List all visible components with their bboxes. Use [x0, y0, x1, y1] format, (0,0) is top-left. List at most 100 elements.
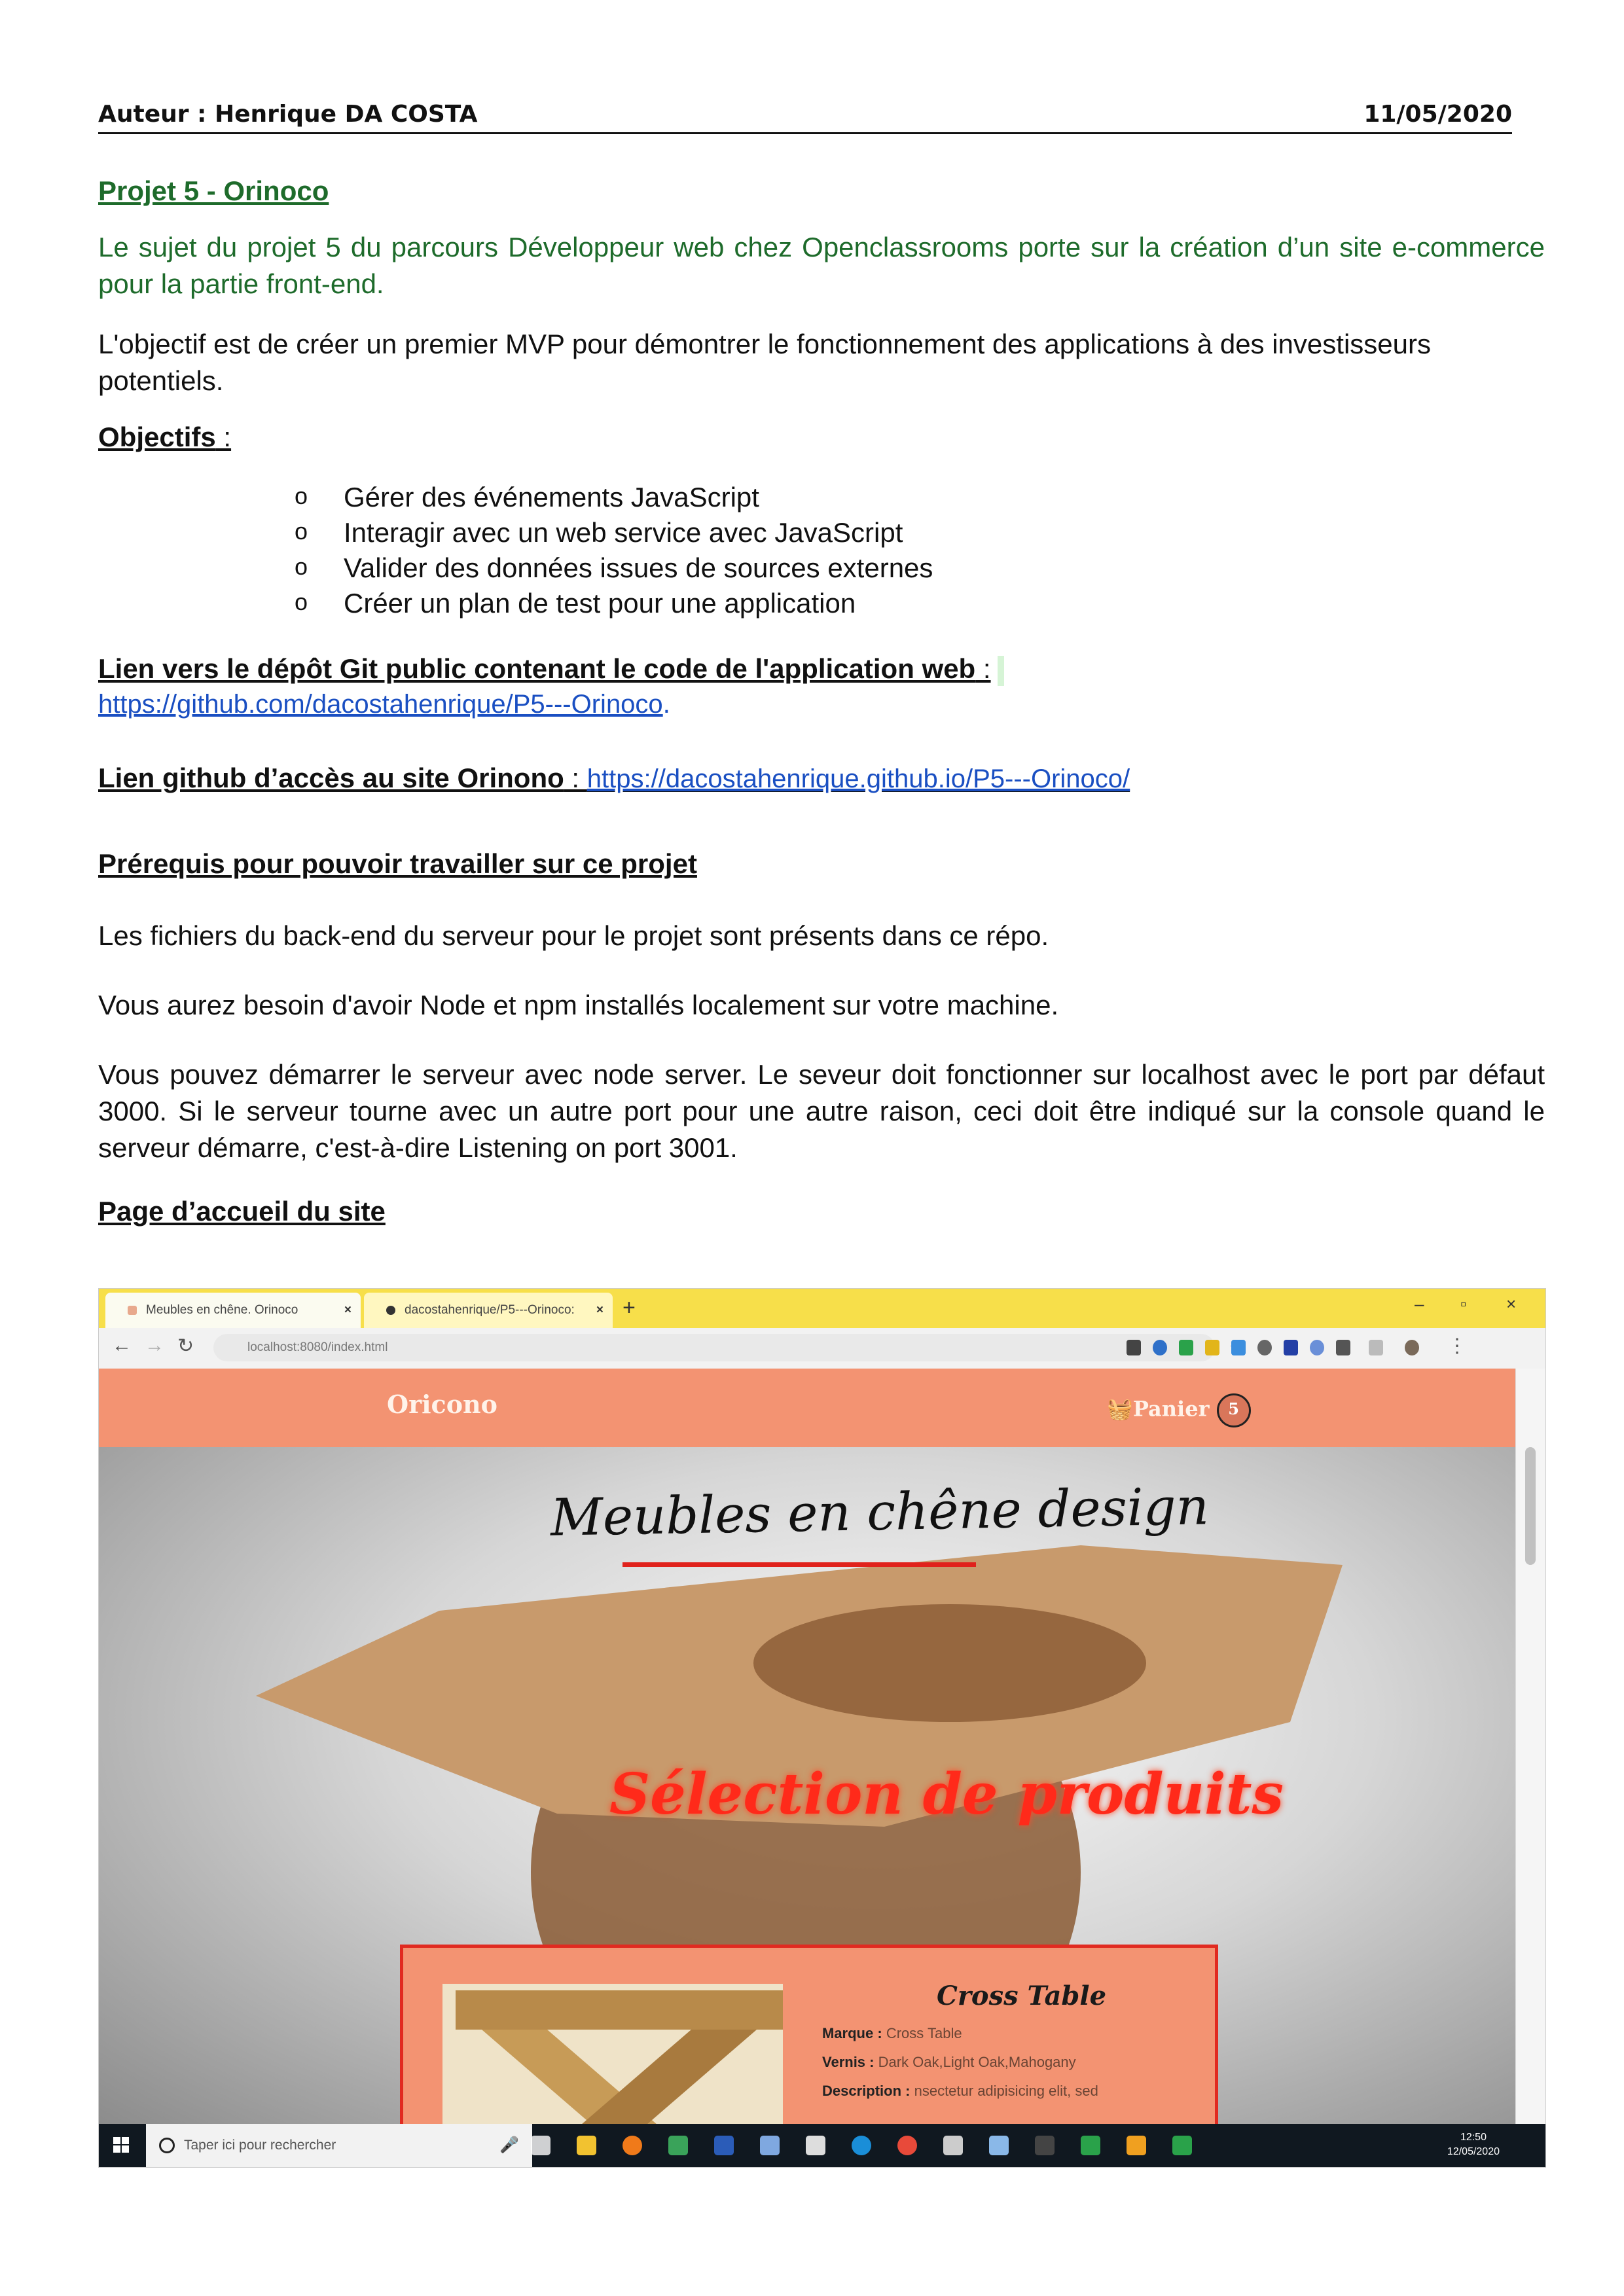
- app-icon[interactable]: [1081, 2136, 1100, 2155]
- varnish-label: Vernis :: [822, 2054, 875, 2070]
- list-item: Valider des données issues de sources ex…: [295, 549, 933, 586]
- site-brand[interactable]: Oricono: [387, 1390, 497, 1419]
- repo-link-line: https://github.com/dacostahenrique/P5---…: [98, 690, 670, 719]
- close-icon[interactable]: ×: [344, 1293, 352, 1328]
- hero-title: Meubles en chêne design: [550, 1477, 1210, 1548]
- cart-count-badge: 5: [1216, 1393, 1251, 1427]
- home-page-heading: Page d’accueil du site: [98, 1196, 386, 1227]
- prereq-heading: Prérequis pour pouvoir travailler sur ce…: [98, 848, 697, 879]
- word-icon[interactable]: [714, 2136, 734, 2155]
- document-header: Auteur : Henrique DA COSTA 11/05/2020: [98, 98, 1512, 134]
- skype-icon[interactable]: [852, 2136, 871, 2155]
- product-image: [442, 1984, 783, 2124]
- repo-link-end: .: [662, 690, 670, 719]
- repo-link[interactable]: https://github.com/dacostahenrique/P5---…: [98, 690, 663, 719]
- taskbar-search[interactable]: Taper ici pour rechercher 🎤: [146, 2124, 532, 2167]
- terminal-icon[interactable]: [1035, 2136, 1055, 2155]
- product-description-line: Description : nsectetur adipisicing elit…: [822, 2083, 1098, 2100]
- microphone-icon[interactable]: 🎤: [499, 2124, 519, 2167]
- table-hole: [753, 1604, 1146, 1722]
- document-date: 11/05/2020: [1363, 101, 1512, 128]
- sublime-icon[interactable]: [1127, 2136, 1146, 2155]
- app-icon[interactable]: [668, 2136, 688, 2155]
- brand-value: Cross Table: [886, 2025, 962, 2041]
- extension-icon[interactable]: [1153, 1340, 1167, 1355]
- repo-heading-text: Lien vers le dépôt Git public contenant …: [98, 653, 976, 684]
- restore-icon[interactable]: ▫: [1460, 1294, 1466, 1314]
- search-icon: [159, 2138, 175, 2154]
- clock-time: 12:50: [1460, 2132, 1487, 2143]
- cross-table-image: [456, 1990, 783, 2124]
- varnish-value: Dark Oak,Light Oak,Mahogany: [878, 2054, 1076, 2070]
- description-value: nsectetur adipisicing elit, sed: [914, 2083, 1098, 2099]
- app-icon[interactable]: [760, 2136, 780, 2155]
- new-tab-button[interactable]: +: [623, 1295, 636, 1321]
- firefox-icon[interactable]: [623, 2136, 642, 2155]
- browser-tab-1[interactable]: Meubles en chêne. Orinoco ×: [105, 1293, 361, 1328]
- extension-icon[interactable]: [1336, 1340, 1350, 1355]
- product-varnish-line: Vernis : Dark Oak,Light Oak,Mahogany: [822, 2054, 1076, 2071]
- product-card[interactable]: Cross Table Marque : Cross Table Vernis …: [400, 1945, 1218, 2124]
- close-window-icon[interactable]: ×: [1506, 1294, 1516, 1314]
- close-icon[interactable]: ×: [596, 1293, 604, 1328]
- prereq-paragraph-1: Les fichiers du back-end du serveur pour…: [98, 920, 1049, 951]
- site-link[interactable]: https://dacostahenrique.github.io/P5---O…: [587, 764, 1130, 793]
- extension-icon[interactable]: [1310, 1340, 1324, 1355]
- address-text: localhost:8080/index.html: [247, 1340, 388, 1354]
- list-item: Gérer des événements JavaScript: [295, 478, 933, 515]
- hero-subtitle: Sélection de produits: [609, 1761, 1284, 1827]
- address-bar[interactable]: localhost:8080/index.html ☆: [213, 1334, 1244, 1361]
- app-icon[interactable]: [943, 2136, 963, 2155]
- store-icon[interactable]: [577, 2136, 596, 2155]
- site-link-heading: Lien github d’accès au site Orinono : ht…: [98, 762, 1130, 794]
- extension-icon[interactable]: [1369, 1340, 1383, 1355]
- minimize-icon[interactable]: –: [1415, 1294, 1424, 1314]
- extension-icon[interactable]: [1231, 1340, 1246, 1355]
- extension-icon[interactable]: [1127, 1340, 1141, 1355]
- taskbar-clock[interactable]: 12:50 12/05/2020: [1447, 2130, 1500, 2159]
- github-icon: [386, 1305, 395, 1315]
- extension-icon[interactable]: [1179, 1340, 1193, 1355]
- list-item: Créer un plan de test pour une applicati…: [295, 584, 933, 621]
- reload-icon[interactable]: ↻: [177, 1335, 194, 1357]
- extension-icon[interactable]: [1205, 1340, 1219, 1355]
- avatar[interactable]: [1405, 1340, 1419, 1355]
- description-label: Description :: [822, 2083, 911, 2099]
- product-brand-line: Marque : Cross Table: [822, 2025, 962, 2042]
- extension-icon[interactable]: [1284, 1340, 1298, 1355]
- tab-2-title: dacostahenrique/P5---Orinoco:: [405, 1303, 575, 1317]
- calculator-icon[interactable]: [806, 2136, 825, 2155]
- project-title: Projet 5 - Orinoco: [98, 175, 329, 206]
- task-view-icon[interactable]: [531, 2136, 550, 2155]
- scrollbar-thumb[interactable]: [1525, 1447, 1536, 1565]
- objectives-heading-suffix: :: [215, 422, 232, 452]
- cart-link[interactable]: 🧺Panier 5: [1107, 1393, 1251, 1427]
- clock-date: 12/05/2020: [1447, 2146, 1500, 2157]
- site-link-heading-text: Lien github d’accès au site Orinono: [98, 762, 564, 793]
- highlight-mark: [997, 655, 1004, 686]
- page-scrollbar[interactable]: [1515, 1369, 1545, 2124]
- app-icon[interactable]: [1172, 2136, 1192, 2155]
- chrome-icon[interactable]: [897, 2136, 917, 2155]
- browser-tab-bar: Meubles en chêne. Orinoco × dacostahenri…: [99, 1289, 1545, 1328]
- windows-start-icon[interactable]: [113, 2137, 129, 2153]
- browser-tab-2[interactable]: dacostahenrique/P5---Orinoco: ×: [364, 1293, 613, 1328]
- author-label: Auteur : Henrique DA COSTA: [98, 101, 478, 128]
- back-icon[interactable]: ←: [112, 1335, 132, 1357]
- hero-banner: Meubles en chêne design Sélection de pro…: [99, 1447, 1516, 2124]
- basket-icon: 🧺: [1107, 1396, 1133, 1422]
- cart-label: Panier: [1132, 1396, 1210, 1422]
- prereq-paragraph-2: Vous aurez besoin d'avoir Node et npm in…: [98, 990, 1059, 1020]
- project-intro: Le sujet du projet 5 du parcours Dévelop…: [98, 232, 1545, 299]
- hero-underline: [623, 1562, 976, 1567]
- browser-toolbar: ← → ↻ localhost:8080/index.html ☆ ⋮: [99, 1328, 1545, 1369]
- list-item: Interagir avec un web service avec JavaS…: [295, 514, 933, 550]
- favicon-icon: [128, 1305, 137, 1315]
- extension-icon[interactable]: [1257, 1340, 1272, 1355]
- objectives-heading-text: Objectifs: [98, 422, 216, 452]
- prereq-paragraph-3: Vous pouvez démarrer le serveur avec nod…: [98, 1059, 1545, 1163]
- site-navbar: Oricono 🧺Panier 5: [99, 1369, 1516, 1447]
- menu-icon[interactable]: ⋮: [1447, 1335, 1467, 1357]
- forward-icon[interactable]: →: [145, 1335, 164, 1357]
- app-icon[interactable]: [989, 2136, 1009, 2155]
